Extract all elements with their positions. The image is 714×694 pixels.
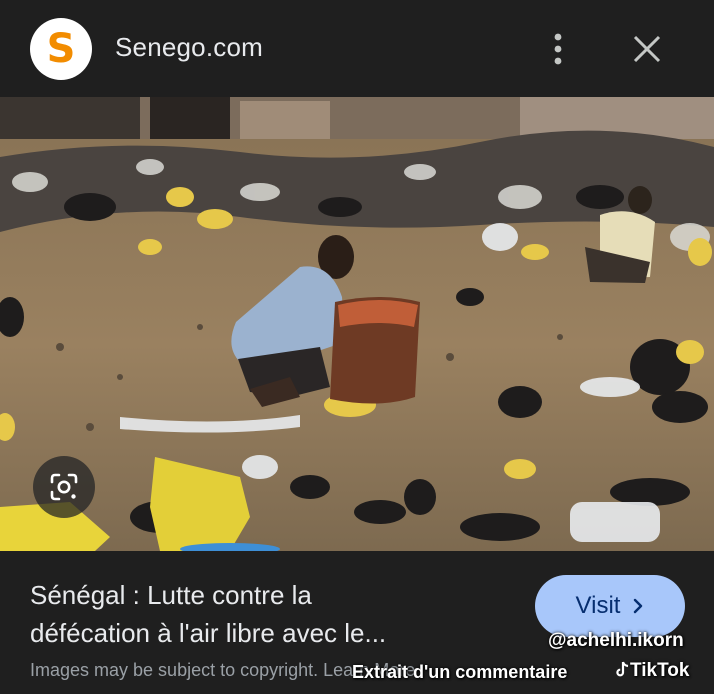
extract-watermark: Extrait d'un commentaire [352,662,568,682]
tiktok-watermark: TikTok [616,660,689,682]
senego-logo[interactable]: S [30,18,92,80]
tiktok-icon [616,661,629,677]
tiktok-handle-watermark: @achelhi.ikorn [548,630,684,651]
site-name[interactable]: Senego.com [115,32,263,63]
result-title[interactable]: Sénégal : Lutte contre la défécation à l… [30,576,530,652]
more-options-button[interactable] [540,28,576,70]
result-title-line-1: Sénégal : Lutte contre la [30,580,312,610]
chevron-right-icon [634,598,643,614]
visit-label: Visit [575,592,621,619]
dump-photo [0,97,714,551]
close-button[interactable] [628,30,666,68]
tiktok-label: TikTok [630,660,690,681]
result-title-line-2: défécation à l'air libre avec le... [30,618,387,648]
copyright-text: Images may be subject to copyright. [30,660,319,680]
preview-image[interactable] [0,97,714,551]
google-lens-icon [50,473,78,501]
logo-letter: S [46,26,76,72]
visit-button[interactable]: Visit [535,575,685,637]
more-vert-icon [554,33,562,65]
header-bar: S Senego.com [0,0,714,97]
close-icon [633,35,661,63]
lens-search-button[interactable] [33,456,95,518]
